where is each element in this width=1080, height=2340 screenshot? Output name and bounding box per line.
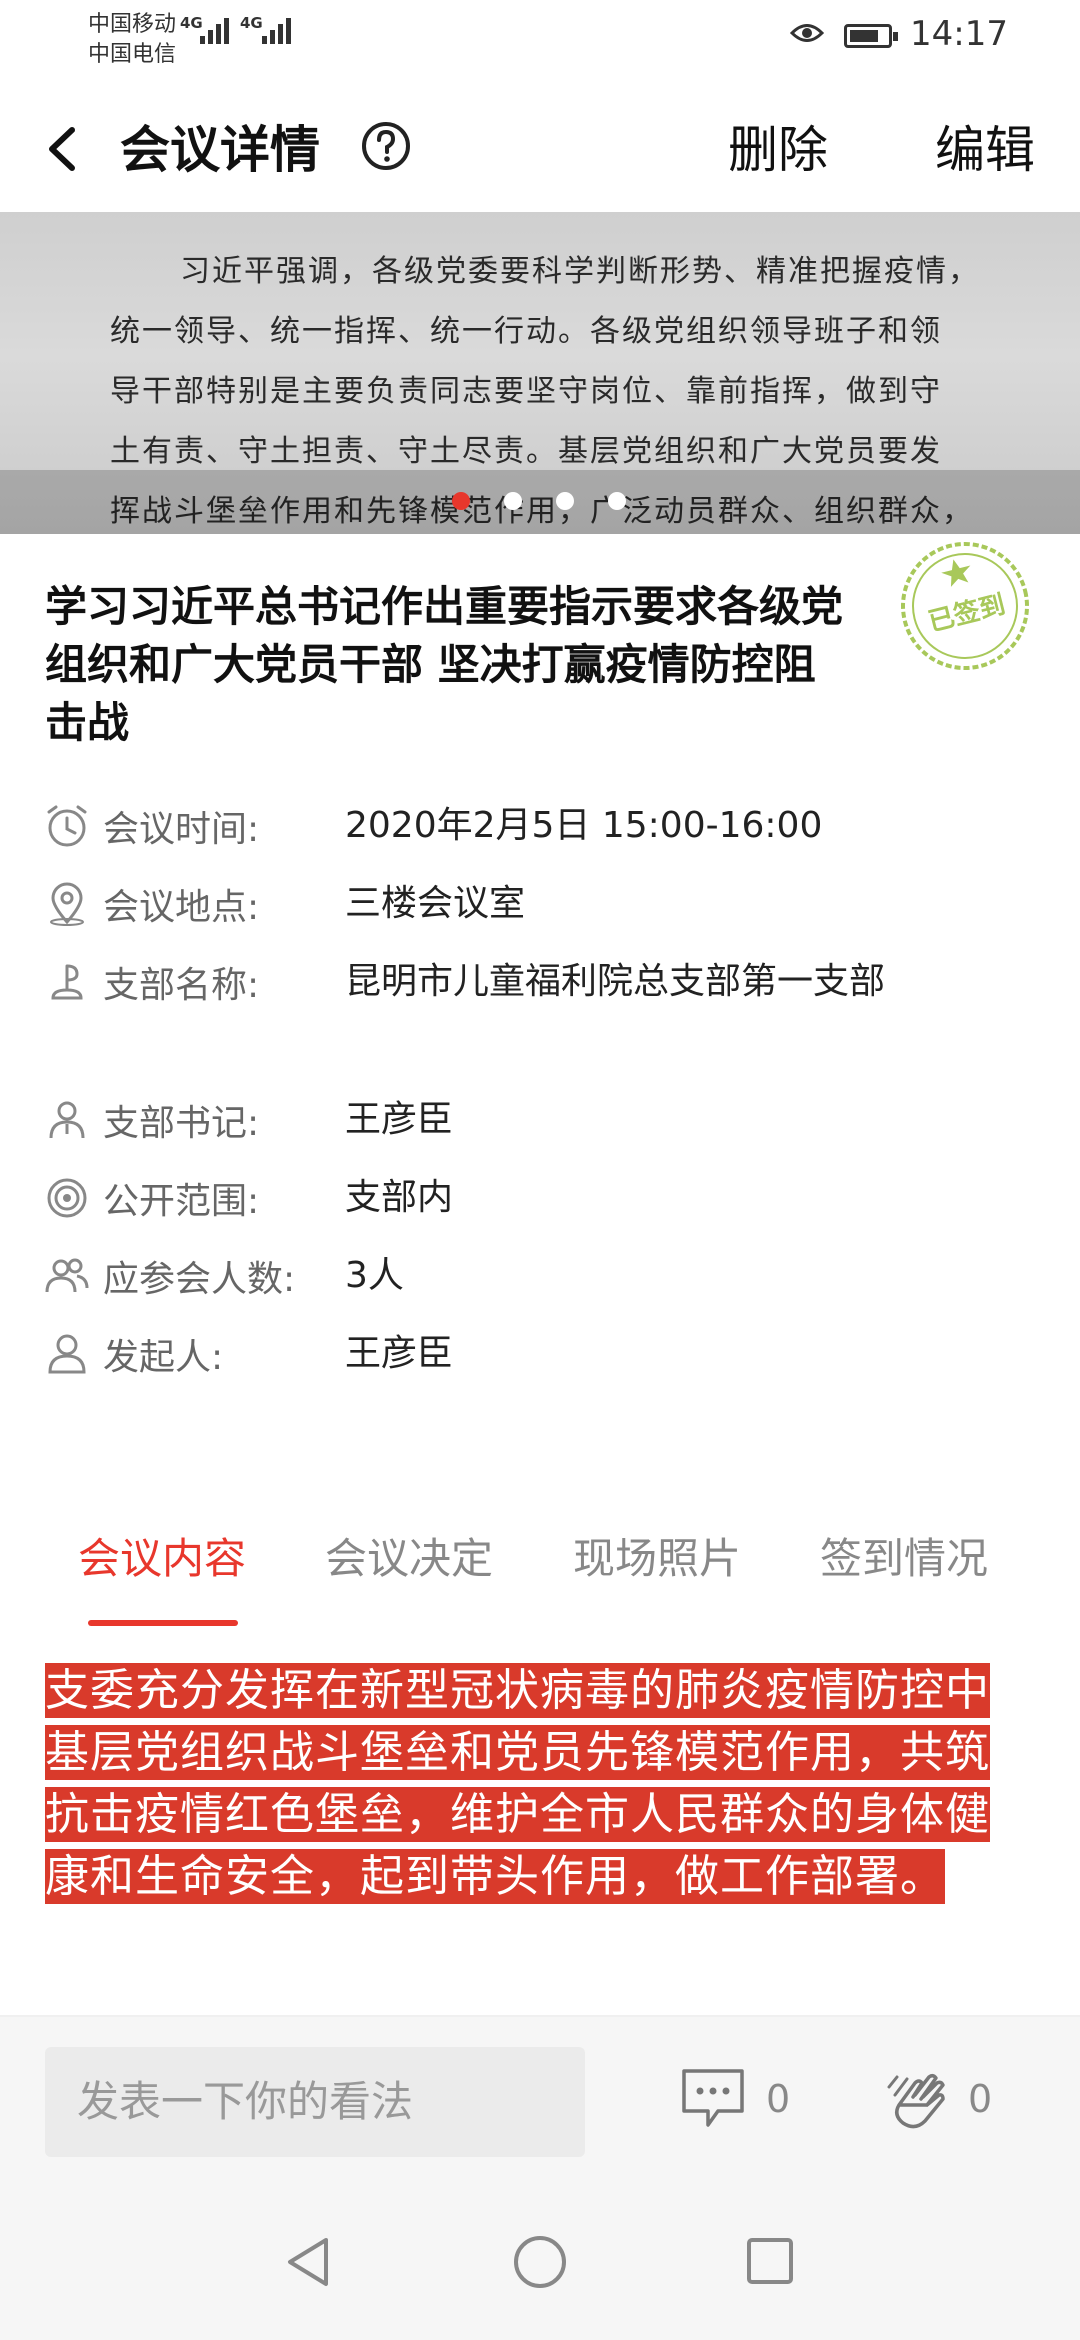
carousel-dot[interactable] [608,492,626,510]
signal-icon [262,18,291,44]
banner-line: 习近平强调，各级党委要科学判断形势、精准把握疫情， [180,254,980,289]
svg-text:已签到: 已签到 [925,589,1008,638]
tab-meeting-decision[interactable]: 会议决定 [325,1525,493,1586]
active-tab-indicator [88,1620,238,1626]
branch-name-value: 昆明市儿童福利院总支部第一支部 [345,961,886,1002]
comment-input[interactable]: 发表一下你的看法 [45,2047,585,2157]
tab-meeting-content[interactable]: 会议内容 [78,1525,246,1586]
info-label: 公开范围: [103,1181,260,1222]
page-title: 会议详情 [120,121,320,179]
info-label: 应参会人数: [103,1259,296,1300]
person-icon [49,1101,85,1139]
carousel-dot[interactable] [452,492,470,510]
nav-home-icon[interactable] [512,2234,568,2290]
carrier-2: 中国电信 [88,42,177,67]
clap-icon[interactable] [885,2065,955,2135]
branch-icon [51,964,83,1000]
question-circle-icon[interactable] [360,120,412,172]
attendee-count-value: 3人 [345,1255,404,1296]
system-nav-bar [0,2192,1080,2340]
info-label: 支部书记: [103,1103,260,1144]
meeting-location-value: 三楼会议室 [345,883,526,924]
banner-line: 导干部特别是主要负责同志要坚守岗位、靠前指挥，做到守 [110,374,942,409]
eye-icon [790,24,824,42]
tab-sign-in-status[interactable]: 签到情况 [820,1525,988,1586]
banner-line: 统一领导、统一指挥、统一行动。各级党组织领导班子和领 [110,314,942,349]
signal-icon [200,18,229,44]
user-icon [48,1334,86,1374]
target-icon [47,1178,87,1218]
status-time: 14:17 [910,14,1008,54]
meeting-title: 学习习近平总书记作出重要指示要求各级党组织和广大党员干部 坚决打赢疫情防控阻击战 [45,582,844,747]
initiator-value: 王彦臣 [345,1333,454,1374]
tab-site-photos[interactable]: 现场照片 [573,1525,741,1586]
status-bar: 中国移动 中国电信 4G 4G 14:17 [0,0,1080,80]
carousel-indicator [452,492,626,510]
image-carousel[interactable]: 习近平强调，各级党委要科学判断形势、精准把握疫情， 统一领导、统一指挥、统一行动… [0,212,1080,534]
info-label: 支部名称: [103,965,260,1006]
back-arrow-icon[interactable] [42,124,82,174]
secretary-value: 王彦臣 [345,1099,454,1140]
info-label: 发起人: [103,1337,224,1378]
carousel-dot[interactable] [504,492,522,510]
edit-button[interactable]: 编辑 [935,110,1035,182]
clock-icon [47,805,87,847]
location-pin-icon [50,882,84,926]
meeting-content-text: 支委充分发挥在新型冠状病毒的肺炎疫情防控中基层党组织战斗堡垒和党员先锋模范作用，… [45,1663,990,1904]
comment-count: 0 [766,2077,791,2121]
title-bar: 会议详情 删除 编辑 [0,80,1080,212]
comment-bar: 发表一下你的看法 0 0 [0,2017,1080,2192]
meeting-time-value: 2020年2月5日 15:00-16:00 [345,805,823,846]
like-count: 0 [968,2077,993,2121]
info-label: 会议地点: [103,887,260,928]
battery-icon [844,24,898,48]
carrier-1: 中国移动 [88,12,177,37]
signed-in-stamp: 已签到 [901,542,1029,670]
info-label: 会议时间: [103,809,260,850]
meeting-content: 支委充分发挥在新型冠状病毒的肺炎疫情防控中基层党组织战斗堡垒和党员先锋模范作用，… [45,1660,1030,1908]
carrier-info: 中国移动 中国电信 [88,10,176,70]
nav-recent-icon[interactable] [745,2236,795,2286]
comment-icon[interactable] [680,2067,746,2131]
scope-value: 支部内 [345,1177,454,1218]
carousel-dot[interactable] [556,492,574,510]
content-tabs: 会议内容 会议决定 现场照片 签到情况 [0,1525,1080,1626]
nav-back-icon[interactable] [282,2234,334,2290]
delete-button[interactable]: 删除 [728,110,828,182]
network-type-2: 4G [240,14,263,32]
people-icon [45,1258,89,1293]
